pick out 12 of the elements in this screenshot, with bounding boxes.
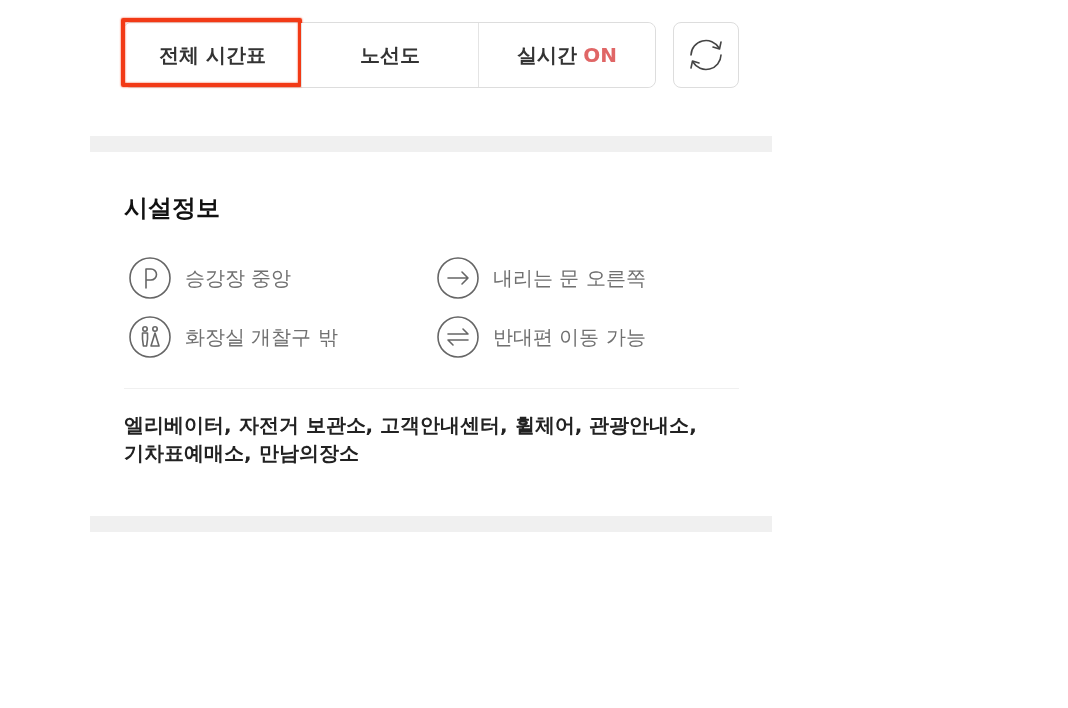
swap-arrows-icon [437,316,479,358]
facility-label: 내리는 문 오른쪽 [493,264,646,292]
arrow-right-icon [437,257,479,299]
facility-label: 반대편 이동 가능 [493,323,646,351]
section-title: 시설정보 [124,193,220,224]
view-tab[interactable]: 실시간 ON [478,23,655,87]
parking-icon [129,257,171,299]
restroom-icon [129,316,171,358]
facility-label: 화장실 개찰구 밖 [185,323,338,351]
amenities-text: 엘리베이터, 자전거 보관소, 고객안내센터, 휠체어, 관광안내소, 기차표예매소, 만남의장소 [124,412,698,467]
refresh-button[interactable] [673,22,739,88]
facility-label: 승강장 중앙 [185,264,292,292]
